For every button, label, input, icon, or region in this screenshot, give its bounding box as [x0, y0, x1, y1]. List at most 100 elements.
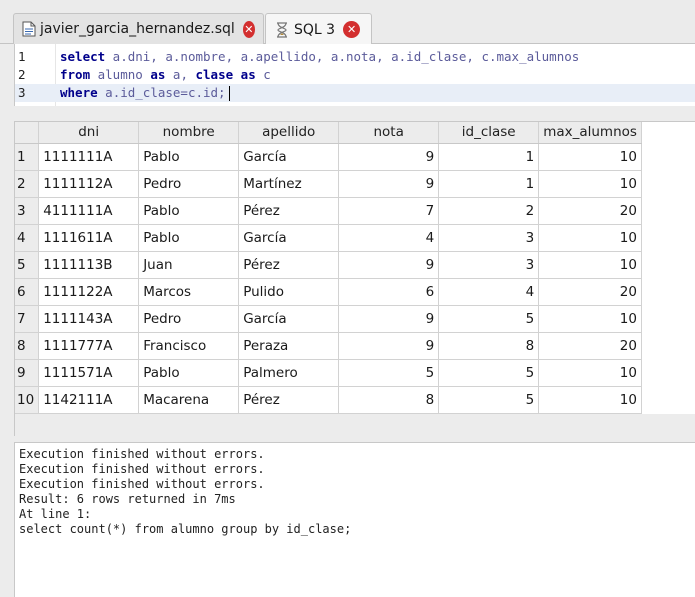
column-header-id-clase[interactable]: id_clase: [438, 122, 540, 144]
table-cell[interactable]: 1111113B: [38, 251, 140, 279]
row-number[interactable]: 3: [15, 197, 40, 225]
table-cell[interactable]: 7: [338, 197, 440, 225]
editor-line[interactable]: 1 select a.dni, a.nombre, a.apellido, a.…: [15, 48, 695, 66]
column-header-nota[interactable]: nota: [338, 122, 440, 144]
table-cell[interactable]: Pedro: [138, 170, 240, 198]
column-header-max-alumnos[interactable]: max_alumnos: [538, 122, 642, 144]
table-cell[interactable]: 5: [338, 359, 440, 387]
table-cell[interactable]: Pérez: [238, 197, 340, 225]
close-tab-button[interactable]: ✕: [343, 21, 361, 38]
table-cell[interactable]: 4: [338, 224, 440, 252]
table-row[interactable]: 9 1111571A Pablo Palmero 5 5 10: [15, 359, 642, 387]
table-cell[interactable]: García: [238, 224, 340, 252]
table-cell[interactable]: García: [238, 305, 340, 333]
row-number[interactable]: 6: [15, 278, 40, 306]
corner-cell[interactable]: [15, 122, 40, 144]
column-header-apellido[interactable]: apellido: [238, 122, 340, 144]
table-cell[interactable]: Macarena: [138, 386, 240, 414]
table-cell[interactable]: 10: [538, 224, 642, 252]
table-cell[interactable]: 9: [338, 170, 440, 198]
column-header-dni[interactable]: dni: [38, 122, 140, 144]
row-number[interactable]: 2: [15, 170, 40, 198]
table-cell[interactable]: 20: [538, 278, 642, 306]
table-cell[interactable]: 1111611A: [38, 224, 140, 252]
table-cell[interactable]: 20: [538, 332, 642, 360]
table-cell[interactable]: 9: [338, 305, 440, 333]
row-number[interactable]: 10: [15, 386, 40, 414]
table-cell[interactable]: 1111571A: [38, 359, 140, 387]
table-row[interactable]: 2 1111112A Pedro Martínez 9 1 10: [15, 170, 642, 198]
row-number[interactable]: 7: [15, 305, 40, 333]
table-cell[interactable]: 20: [538, 197, 642, 225]
table-cell[interactable]: Pedro: [138, 305, 240, 333]
table-cell[interactable]: Francisco: [138, 332, 240, 360]
table-row[interactable]: 1 1111111A Pablo García 9 1 10: [15, 143, 642, 171]
table-cell[interactable]: 1: [438, 170, 540, 198]
table-cell[interactable]: 1111143A: [38, 305, 140, 333]
editor-line[interactable]: 2 from alumno as a, clase as c: [15, 66, 695, 84]
table-cell[interactable]: 8: [338, 386, 440, 414]
table-cell[interactable]: 9: [338, 332, 440, 360]
close-tab-button[interactable]: ✕: [242, 20, 255, 38]
table-cell[interactable]: 1111111A: [38, 143, 140, 171]
table-cell[interactable]: 1111112A: [38, 170, 140, 198]
column-header-nombre[interactable]: nombre: [138, 122, 240, 144]
table-cell[interactable]: 10: [538, 251, 642, 279]
row-number[interactable]: 8: [15, 332, 40, 360]
table-cell[interactable]: Pablo: [138, 359, 240, 387]
message-line: At line 1:: [19, 507, 92, 521]
table-cell[interactable]: Pablo: [138, 143, 240, 171]
table-cell[interactable]: 1111777A: [38, 332, 140, 360]
table-cell[interactable]: Pérez: [238, 251, 340, 279]
table-cell[interactable]: 1111122A: [38, 278, 140, 306]
table-cell[interactable]: 10: [538, 386, 642, 414]
table-row[interactable]: 5 1111113B Juan Pérez 9 3 10: [15, 251, 642, 279]
code-text: select a.dni, a.nombre, a.apellido, a.no…: [60, 49, 580, 64]
editor-line-current[interactable]: 3 where a.id_clase=c.id;: [15, 84, 695, 102]
table-row[interactable]: 4 1111611A Pablo García 4 3 10: [15, 224, 642, 252]
table-row[interactable]: 7 1111143A Pedro García 9 5 10: [15, 305, 642, 333]
row-number[interactable]: 1: [15, 143, 40, 171]
table-row[interactable]: 10 1142111A Macarena Pérez 8 5 10: [15, 386, 642, 414]
table-cell[interactable]: Palmero: [238, 359, 340, 387]
table-cell[interactable]: Juan: [138, 251, 240, 279]
table-cell[interactable]: 5: [438, 359, 540, 387]
table-cell[interactable]: 1: [438, 143, 540, 171]
message-line: Result: 6 rows returned in 7ms: [19, 492, 236, 506]
row-number[interactable]: 4: [15, 224, 40, 252]
table-row[interactable]: 3 4111111A Pablo Pérez 7 2 20: [15, 197, 642, 225]
table-cell[interactable]: 6: [338, 278, 440, 306]
tab-javier-garcia-hernandez-sql[interactable]: javier_garcia_hernandez.sql ✕: [13, 13, 264, 44]
table-row[interactable]: 6 1111122A Marcos Pulido 6 4 20: [15, 278, 642, 306]
table-cell[interactable]: 10: [538, 143, 642, 171]
table-cell[interactable]: Martínez: [238, 170, 340, 198]
table-cell[interactable]: 9: [338, 143, 440, 171]
table-row[interactable]: 8 1111777A Francisco Peraza 9 8 20: [15, 332, 642, 360]
table-cell[interactable]: García: [238, 143, 340, 171]
table-cell[interactable]: 9: [338, 251, 440, 279]
sql-editor[interactable]: 1 select a.dni, a.nombre, a.apellido, a.…: [14, 44, 695, 106]
table-cell[interactable]: 3: [438, 224, 540, 252]
table-cell[interactable]: Peraza: [238, 332, 340, 360]
code-text: where a.id_clase=c.id;: [60, 84, 230, 102]
table-cell[interactable]: Pablo: [138, 197, 240, 225]
table-cell[interactable]: 4111111A: [38, 197, 140, 225]
table-cell[interactable]: 10: [538, 170, 642, 198]
table-cell[interactable]: 10: [538, 305, 642, 333]
table-cell[interactable]: Marcos: [138, 278, 240, 306]
row-number[interactable]: 5: [15, 251, 40, 279]
table-cell[interactable]: 3: [438, 251, 540, 279]
table-cell[interactable]: 2: [438, 197, 540, 225]
table-cell[interactable]: 5: [438, 305, 540, 333]
table-cell[interactable]: Pablo: [138, 224, 240, 252]
table-cell[interactable]: 10: [538, 359, 642, 387]
results-grid: dni nombre apellido nota id_clase max_al…: [14, 121, 695, 437]
table-cell[interactable]: 5: [438, 386, 540, 414]
table-cell[interactable]: Pulido: [238, 278, 340, 306]
table-cell[interactable]: 4: [438, 278, 540, 306]
row-number[interactable]: 9: [15, 359, 40, 387]
tab-sql-3[interactable]: SQL 3 ✕: [265, 13, 372, 45]
table-cell[interactable]: 8: [438, 332, 540, 360]
table-cell[interactable]: Pérez: [238, 386, 340, 414]
table-cell[interactable]: 1142111A: [38, 386, 140, 414]
